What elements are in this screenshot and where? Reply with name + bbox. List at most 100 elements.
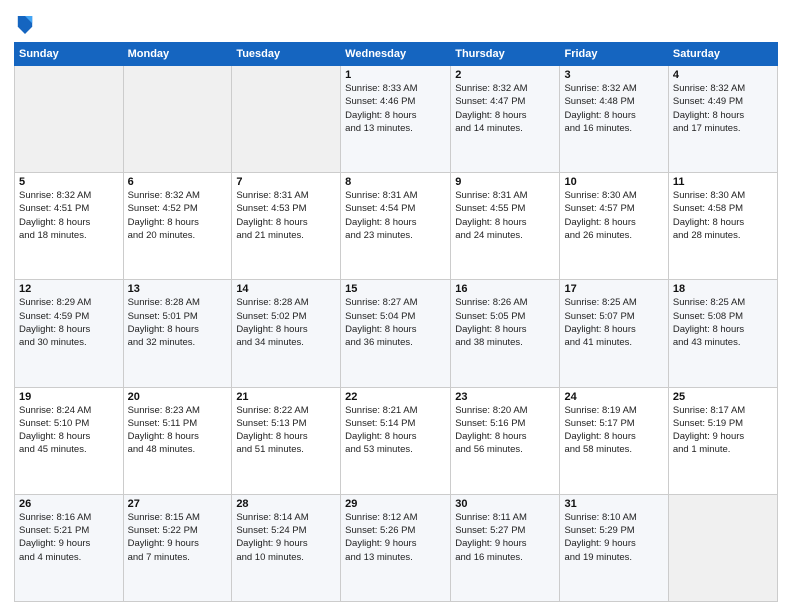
day-number-26: 26 xyxy=(19,498,119,510)
weekday-header-thursday: Thursday xyxy=(451,43,560,66)
day-info-line: Sunset: 5:13 PM xyxy=(236,417,336,430)
day-info-line: Sunrise: 8:28 AM xyxy=(128,296,228,309)
day-info-line: and 30 minutes. xyxy=(19,336,119,349)
day-info-line: and 13 minutes. xyxy=(345,551,446,564)
day-info-line: and 48 minutes. xyxy=(128,443,228,456)
day-info-line: Sunset: 5:21 PM xyxy=(19,524,119,537)
day-cell-29: 29Sunrise: 8:12 AMSunset: 5:26 PMDayligh… xyxy=(341,494,451,601)
day-info-line: Sunset: 5:16 PM xyxy=(455,417,555,430)
day-info-17: Sunrise: 8:25 AMSunset: 5:07 PMDaylight:… xyxy=(564,296,663,349)
day-info-line: Daylight: 9 hours xyxy=(128,537,228,550)
day-info-26: Sunrise: 8:16 AMSunset: 5:21 PMDaylight:… xyxy=(19,511,119,564)
day-info-line: and 26 minutes. xyxy=(564,229,663,242)
day-info-line: Sunrise: 8:29 AM xyxy=(19,296,119,309)
day-info-line: Daylight: 8 hours xyxy=(128,216,228,229)
day-info-line: Daylight: 8 hours xyxy=(564,323,663,336)
day-cell-1: 1Sunrise: 8:33 AMSunset: 4:46 PMDaylight… xyxy=(341,66,451,173)
day-info-line: Daylight: 8 hours xyxy=(564,109,663,122)
day-info-line: and 45 minutes. xyxy=(19,443,119,456)
day-number-6: 6 xyxy=(128,176,228,188)
day-info-18: Sunrise: 8:25 AMSunset: 5:08 PMDaylight:… xyxy=(673,296,773,349)
day-info-line: Daylight: 9 hours xyxy=(564,537,663,550)
empty-cell xyxy=(232,66,341,173)
day-info-line: Sunrise: 8:33 AM xyxy=(345,82,446,95)
day-number-31: 31 xyxy=(564,498,663,510)
day-info-line: Sunrise: 8:32 AM xyxy=(673,82,773,95)
day-number-13: 13 xyxy=(128,283,228,295)
day-number-23: 23 xyxy=(455,391,555,403)
day-info-line: Sunrise: 8:28 AM xyxy=(236,296,336,309)
day-info-line: Sunrise: 8:20 AM xyxy=(455,404,555,417)
day-info-line: and 51 minutes. xyxy=(236,443,336,456)
day-cell-17: 17Sunrise: 8:25 AMSunset: 5:07 PMDayligh… xyxy=(560,280,668,387)
day-info-line: Sunrise: 8:10 AM xyxy=(564,511,663,524)
day-info-line: Sunset: 4:57 PM xyxy=(564,202,663,215)
day-info-25: Sunrise: 8:17 AMSunset: 5:19 PMDaylight:… xyxy=(673,404,773,457)
day-info-21: Sunrise: 8:22 AMSunset: 5:13 PMDaylight:… xyxy=(236,404,336,457)
day-info-line: and 21 minutes. xyxy=(236,229,336,242)
day-info-line: Daylight: 8 hours xyxy=(673,109,773,122)
day-info-15: Sunrise: 8:27 AMSunset: 5:04 PMDaylight:… xyxy=(345,296,446,349)
day-info-line: Daylight: 8 hours xyxy=(345,216,446,229)
day-info-14: Sunrise: 8:28 AMSunset: 5:02 PMDaylight:… xyxy=(236,296,336,349)
day-info-line: Sunset: 4:58 PM xyxy=(673,202,773,215)
weekday-header-wednesday: Wednesday xyxy=(341,43,451,66)
day-number-5: 5 xyxy=(19,176,119,188)
day-info-line: Sunset: 4:47 PM xyxy=(455,95,555,108)
day-info-4: Sunrise: 8:32 AMSunset: 4:49 PMDaylight:… xyxy=(673,82,773,135)
day-cell-12: 12Sunrise: 8:29 AMSunset: 4:59 PMDayligh… xyxy=(15,280,124,387)
day-info-line: and 28 minutes. xyxy=(673,229,773,242)
empty-cell xyxy=(668,494,777,601)
calendar-week-3: 12Sunrise: 8:29 AMSunset: 4:59 PMDayligh… xyxy=(15,280,778,387)
day-info-line: Daylight: 8 hours xyxy=(564,216,663,229)
day-info-27: Sunrise: 8:15 AMSunset: 5:22 PMDaylight:… xyxy=(128,511,228,564)
day-info-13: Sunrise: 8:28 AMSunset: 5:01 PMDaylight:… xyxy=(128,296,228,349)
day-number-30: 30 xyxy=(455,498,555,510)
day-info-28: Sunrise: 8:14 AMSunset: 5:24 PMDaylight:… xyxy=(236,511,336,564)
day-info-line: Sunrise: 8:26 AM xyxy=(455,296,555,309)
logo xyxy=(14,14,32,36)
day-info-20: Sunrise: 8:23 AMSunset: 5:11 PMDaylight:… xyxy=(128,404,228,457)
day-number-21: 21 xyxy=(236,391,336,403)
day-info-line: Daylight: 8 hours xyxy=(128,323,228,336)
day-number-2: 2 xyxy=(455,69,555,81)
day-info-line: and 38 minutes. xyxy=(455,336,555,349)
day-info-line: Sunset: 5:07 PM xyxy=(564,310,663,323)
day-number-24: 24 xyxy=(564,391,663,403)
day-cell-22: 22Sunrise: 8:21 AMSunset: 5:14 PMDayligh… xyxy=(341,387,451,494)
day-number-14: 14 xyxy=(236,283,336,295)
day-info-24: Sunrise: 8:19 AMSunset: 5:17 PMDaylight:… xyxy=(564,404,663,457)
day-info-line: Sunset: 4:55 PM xyxy=(455,202,555,215)
day-cell-19: 19Sunrise: 8:24 AMSunset: 5:10 PMDayligh… xyxy=(15,387,124,494)
day-cell-14: 14Sunrise: 8:28 AMSunset: 5:02 PMDayligh… xyxy=(232,280,341,387)
day-info-line: Daylight: 8 hours xyxy=(236,216,336,229)
day-info-line: Sunset: 5:10 PM xyxy=(19,417,119,430)
day-info-line: Daylight: 9 hours xyxy=(236,537,336,550)
day-cell-27: 27Sunrise: 8:15 AMSunset: 5:22 PMDayligh… xyxy=(123,494,232,601)
day-info-line: and 53 minutes. xyxy=(345,443,446,456)
header xyxy=(14,10,778,36)
day-number-4: 4 xyxy=(673,69,773,81)
day-info-line: Daylight: 8 hours xyxy=(19,323,119,336)
day-cell-13: 13Sunrise: 8:28 AMSunset: 5:01 PMDayligh… xyxy=(123,280,232,387)
day-info-line: Sunset: 4:48 PM xyxy=(564,95,663,108)
logo-icon xyxy=(16,14,34,36)
day-info-6: Sunrise: 8:32 AMSunset: 4:52 PMDaylight:… xyxy=(128,189,228,242)
day-info-10: Sunrise: 8:30 AMSunset: 4:57 PMDaylight:… xyxy=(564,189,663,242)
weekday-header-monday: Monday xyxy=(123,43,232,66)
day-number-12: 12 xyxy=(19,283,119,295)
day-number-20: 20 xyxy=(128,391,228,403)
day-cell-25: 25Sunrise: 8:17 AMSunset: 5:19 PMDayligh… xyxy=(668,387,777,494)
day-cell-6: 6Sunrise: 8:32 AMSunset: 4:52 PMDaylight… xyxy=(123,173,232,280)
day-info-line: Sunrise: 8:17 AM xyxy=(673,404,773,417)
day-info-line: and 1 minute. xyxy=(673,443,773,456)
day-info-11: Sunrise: 8:30 AMSunset: 4:58 PMDaylight:… xyxy=(673,189,773,242)
day-info-line: Sunrise: 8:22 AM xyxy=(236,404,336,417)
day-cell-9: 9Sunrise: 8:31 AMSunset: 4:55 PMDaylight… xyxy=(451,173,560,280)
day-number-1: 1 xyxy=(345,69,446,81)
day-info-line: Sunrise: 8:30 AM xyxy=(564,189,663,202)
day-info-line: Sunset: 5:04 PM xyxy=(345,310,446,323)
day-info-31: Sunrise: 8:10 AMSunset: 5:29 PMDaylight:… xyxy=(564,511,663,564)
day-cell-23: 23Sunrise: 8:20 AMSunset: 5:16 PMDayligh… xyxy=(451,387,560,494)
day-info-22: Sunrise: 8:21 AMSunset: 5:14 PMDaylight:… xyxy=(345,404,446,457)
